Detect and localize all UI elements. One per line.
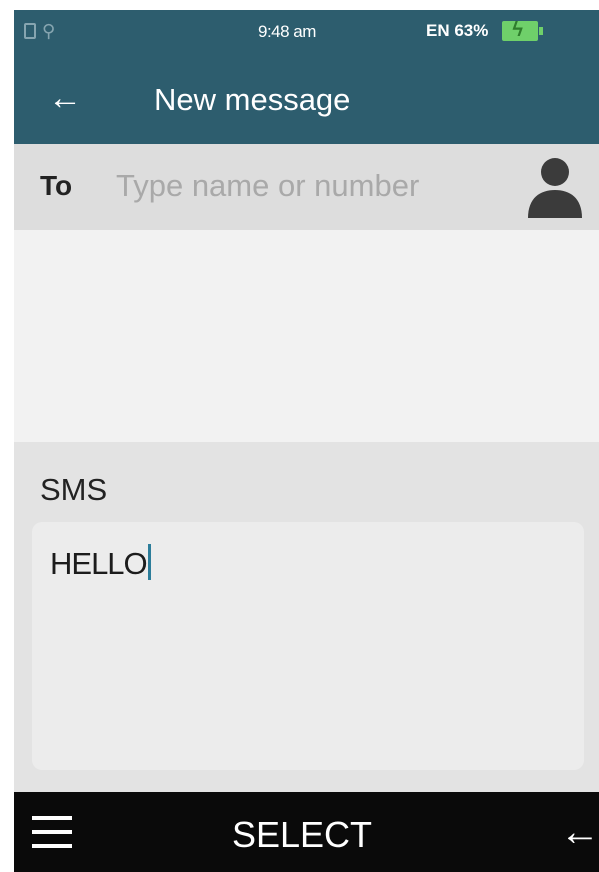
sim-card-icon [24,23,36,39]
recipients-area [14,230,599,442]
app-bar: ← New message [14,56,599,144]
status-bar: ⚲ 9:48 am EN 63% ϟ [14,10,599,56]
contact-person-icon[interactable] [524,152,586,224]
menu-icon[interactable] [32,816,72,850]
message-body: HELLO [50,546,148,581]
arrow-left-icon[interactable]: ← [48,78,82,118]
recipient-row: To [14,144,599,230]
message-input[interactable]: HELLO [32,522,584,770]
select-button[interactable]: SELECT [232,814,372,856]
status-indicators: ⚲ [24,22,55,40]
message-text: HELLO [50,544,151,582]
language-battery-text: EN 63% [426,21,489,40]
text-cursor [147,544,151,580]
charging-bolt-icon: ϟ [512,19,523,41]
to-label: To [40,170,73,201]
usb-icon: ⚲ [42,21,56,41]
status-time: 9:48 am [258,22,316,41]
phone-screen: ⚲ 9:48 am EN 63% ϟ ← New message To SMS … [14,10,599,872]
status-right: EN 63% ϟ [426,19,544,41]
battery-charging-icon: ϟ [502,19,544,41]
recipient-input[interactable] [116,164,506,208]
sms-label: SMS [40,472,108,507]
page-title: New message [154,82,351,117]
back-arrow-icon[interactable]: ← [560,810,599,854]
sms-section: SMS HELLO [14,442,599,792]
softkey-bar: SELECT ← [14,792,599,872]
